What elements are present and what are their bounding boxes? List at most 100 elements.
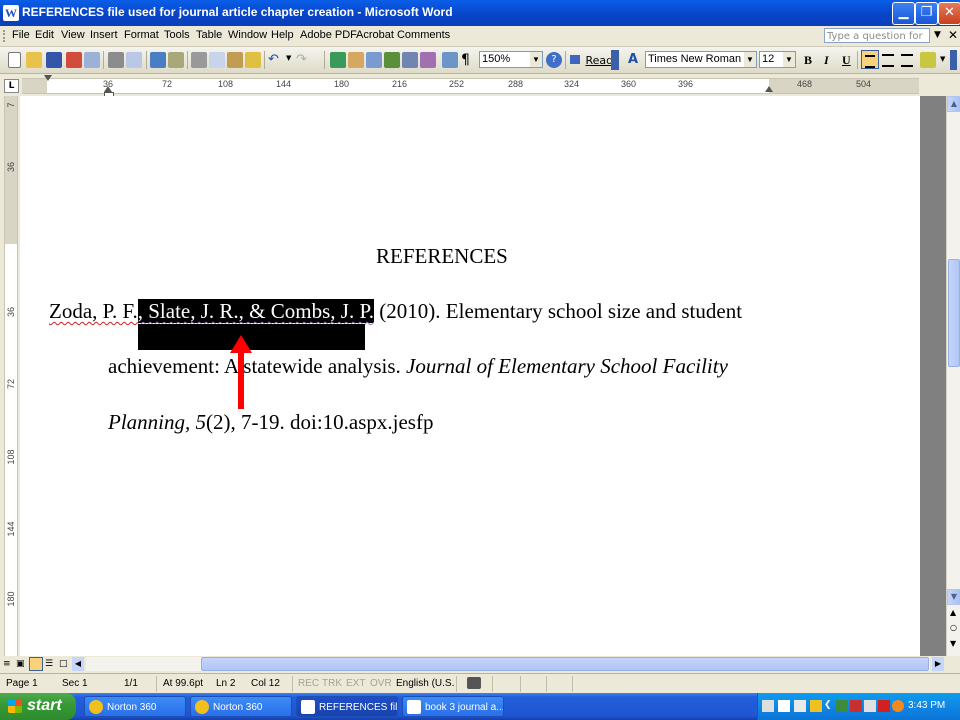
- show-formatting-icon[interactable]: ¶: [461, 52, 477, 68]
- print-icon[interactable]: [108, 52, 124, 68]
- menu-file[interactable]: File: [12, 29, 30, 41]
- menu-window[interactable]: Window: [228, 29, 267, 41]
- status-trk[interactable]: TRK: [322, 678, 342, 689]
- taskbar-item-norton-1[interactable]: Norton 360: [84, 696, 186, 717]
- cut-icon[interactable]: [191, 52, 207, 68]
- scroll-left-button[interactable]: ◀: [72, 657, 84, 671]
- status-ovr[interactable]: OVR: [370, 678, 392, 689]
- horizontal-scrollbar[interactable]: [86, 657, 930, 671]
- tray-app-icon[interactable]: [878, 700, 890, 712]
- start-button[interactable]: start: [0, 693, 76, 720]
- browse-object-icon[interactable]: ○: [950, 623, 957, 632]
- drawing-icon[interactable]: [420, 52, 436, 68]
- font-name-select[interactable]: Times New Roman ▼: [645, 51, 757, 68]
- align-left-button[interactable]: [861, 50, 879, 69]
- toolbar-options-icon[interactable]: [950, 50, 957, 70]
- right-indent-marker[interactable]: [765, 86, 773, 92]
- outline-view-icon[interactable]: ☰: [45, 659, 53, 669]
- undo-dropdown-icon[interactable]: ▼: [286, 54, 291, 62]
- maximize-button[interactable]: ❐: [915, 2, 938, 25]
- menu-tools[interactable]: Tools: [164, 29, 190, 41]
- tray-expand-icon[interactable]: ❮: [824, 700, 832, 712]
- menu-insert[interactable]: Insert: [90, 29, 118, 41]
- vertical-ruler[interactable]: 7 36 36 72 108 144 180: [4, 96, 18, 656]
- underline-button[interactable]: U: [842, 53, 851, 68]
- insert-table-icon[interactable]: [366, 52, 382, 68]
- read-button[interactable]: Read: [570, 54, 613, 67]
- horizontal-ruler[interactable]: 36 72 108 144 180 216 252 288 324 360 39…: [22, 78, 919, 94]
- align-right-icon[interactable]: [901, 54, 913, 67]
- reference-line-2[interactable]: achievement: A statewide analysis. Journ…: [108, 354, 728, 379]
- status-language[interactable]: English (U.S.: [396, 678, 454, 689]
- hyperlink-icon[interactable]: [330, 52, 346, 68]
- align-center-icon[interactable]: [882, 54, 894, 67]
- status-ext[interactable]: EXT: [346, 678, 365, 689]
- taskbar-item-book3[interactable]: book 3 journal a...: [402, 696, 504, 717]
- menu-grip[interactable]: [3, 30, 8, 42]
- first-line-indent-marker[interactable]: [44, 75, 52, 81]
- scroll-right-button[interactable]: ▶: [932, 657, 944, 671]
- permission-icon[interactable]: [66, 52, 82, 68]
- email-icon[interactable]: [84, 52, 100, 68]
- line-spacing-dropdown-icon[interactable]: ▼: [940, 55, 945, 63]
- tray-doc-icon[interactable]: [778, 700, 790, 712]
- research-icon[interactable]: [168, 52, 184, 68]
- line-spacing-icon[interactable]: [920, 52, 936, 68]
- tables-borders-icon[interactable]: [348, 52, 364, 68]
- copy-icon[interactable]: [209, 52, 225, 68]
- taskbar-item-references[interactable]: REFERENCES fil...: [296, 696, 398, 717]
- menu-format[interactable]: Format: [124, 29, 159, 41]
- bold-button[interactable]: B: [804, 53, 812, 68]
- vertical-scrollbar[interactable]: ▲ ▼ ▲ ○ ▼: [946, 96, 960, 656]
- taskbar-item-norton-2[interactable]: Norton 360: [190, 696, 292, 717]
- reference-line-3[interactable]: Planning, 5(2), 7-19. doi:10.aspx.jesfp: [108, 410, 433, 435]
- web-view-icon[interactable]: ▣: [16, 659, 25, 669]
- new-document-icon[interactable]: [8, 52, 21, 68]
- reference-line-1[interactable]: Zoda, P. F., Slate, J. R., & Combs, J. P…: [49, 299, 742, 324]
- normal-view-icon[interactable]: ≡: [3, 659, 11, 669]
- menu-table[interactable]: Table: [196, 29, 222, 41]
- tray-network-icon[interactable]: [794, 700, 806, 712]
- spelling-status-icon[interactable]: [467, 677, 481, 689]
- toolbar-options-icon[interactable]: [611, 50, 619, 70]
- document-map-icon[interactable]: [442, 52, 458, 68]
- references-heading[interactable]: REFERENCES: [376, 244, 508, 269]
- redo-icon[interactable]: ↷: [296, 52, 312, 68]
- taskbar-clock[interactable]: 3:43 PM: [908, 700, 945, 711]
- format-painter-icon[interactable]: [245, 52, 261, 68]
- tray-security-icon[interactable]: [836, 700, 848, 712]
- help-search-input[interactable]: Type a question for help: [824, 28, 930, 57]
- horizontal-scroll-thumb[interactable]: [201, 657, 929, 671]
- next-page-icon[interactable]: ▼: [950, 639, 956, 648]
- print-layout-icon[interactable]: [29, 657, 43, 671]
- columns-icon[interactable]: [402, 52, 418, 68]
- menu-view[interactable]: View: [61, 29, 85, 41]
- word-app-icon[interactable]: W: [3, 5, 19, 21]
- save-icon[interactable]: [46, 52, 62, 68]
- tray-alert-icon[interactable]: [850, 700, 862, 712]
- tray-tool-icon[interactable]: [762, 700, 774, 712]
- menu-adobe-pdf[interactable]: Adobe PDF: [300, 29, 357, 41]
- help-icon[interactable]: ?: [546, 52, 562, 68]
- open-folder-icon[interactable]: [26, 52, 42, 68]
- menu-help[interactable]: Help: [271, 29, 294, 41]
- menu-edit[interactable]: Edit: [35, 29, 54, 41]
- paste-icon[interactable]: [227, 52, 243, 68]
- menu-acrobat-comments[interactable]: Acrobat Comments: [356, 29, 450, 41]
- undo-icon[interactable]: ↶: [268, 52, 284, 68]
- scroll-down-button[interactable]: ▼: [947, 589, 960, 605]
- minimize-button[interactable]: ▁: [892, 2, 915, 25]
- selected-text[interactable]: , Slate, J. R., & Combs, J. P.: [137, 299, 375, 323]
- scroll-thumb[interactable]: [948, 259, 960, 367]
- reading-layout-icon[interactable]: □: [59, 659, 68, 669]
- tray-speaker-icon[interactable]: [864, 700, 876, 712]
- close-button[interactable]: ✕: [938, 2, 960, 25]
- print-preview-icon[interactable]: [126, 52, 142, 68]
- tray-update-icon[interactable]: [892, 700, 904, 712]
- font-size-select[interactable]: 12 ▼: [759, 51, 796, 68]
- italic-button[interactable]: I: [824, 53, 829, 68]
- insert-excel-icon[interactable]: [384, 52, 400, 68]
- zoom-select[interactable]: 150% ▼: [479, 51, 543, 68]
- status-rec[interactable]: REC: [298, 678, 319, 689]
- styles-icon[interactable]: A: [628, 52, 644, 68]
